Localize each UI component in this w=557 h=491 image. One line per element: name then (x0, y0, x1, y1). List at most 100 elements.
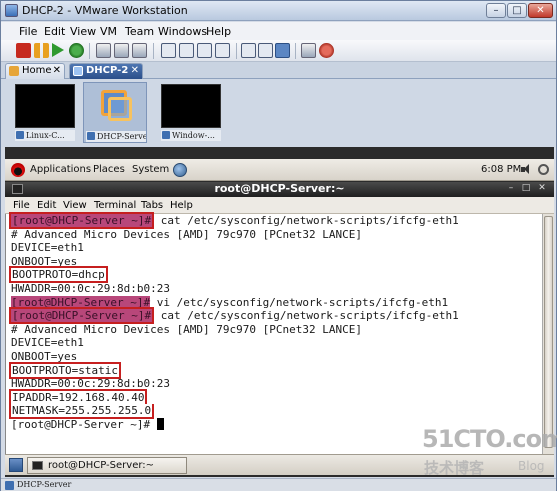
watermark-blog: Blog (518, 459, 545, 473)
terminal-line: BOOTPROTO=static (9, 361, 459, 379)
home-icon (9, 66, 19, 76)
vmware-app-icon (5, 4, 18, 17)
gnome-top-panel: Applications Places System 6:08 PM (5, 159, 554, 181)
menu-edit[interactable]: Edit (44, 25, 65, 38)
terminal-scrollbar[interactable] (542, 214, 554, 454)
terminal-menu-edit[interactable]: Edit (37, 200, 56, 211)
vmware-toolbar (1, 40, 556, 62)
fit-guest-icon[interactable] (275, 43, 290, 58)
pause-icon[interactable] (34, 43, 49, 58)
thumbnail-linux-c[interactable]: Linux-C... (13, 82, 77, 143)
terminal-icon (12, 184, 23, 194)
revert-snapshot-icon[interactable] (114, 43, 129, 58)
unity-icon[interactable] (258, 43, 273, 58)
ipaddr-highlight: IPADDR=192.168.40.40 (9, 388, 148, 404)
shell-prompt: [root@DHCP-Server ~]# (9, 307, 155, 325)
vm-icon (87, 132, 95, 140)
clone-icon[interactable] (301, 43, 316, 58)
close-icon[interactable]: ✕ (131, 64, 139, 78)
terminal-close-button[interactable]: ✕ (536, 183, 548, 195)
toolbar-separator (295, 43, 296, 59)
vmware-menu-bar: File Edit View VM Team Windows Help (1, 22, 556, 40)
menu-places[interactable]: Places (93, 164, 125, 175)
menu-file[interactable]: File (19, 25, 37, 38)
terminal-maximize-button[interactable]: □ (520, 183, 532, 195)
terminal-minimize-button[interactable]: – (505, 183, 517, 195)
menu-applications[interactable]: Applications (30, 164, 91, 175)
gnome-foot-icon[interactable] (11, 163, 25, 177)
vm-icon (5, 481, 14, 490)
snapshot-icon[interactable] (96, 43, 111, 58)
snapshot-manager-icon[interactable] (132, 43, 147, 58)
window-title: DHCP-2 - VMware Workstation (22, 4, 188, 17)
close-button[interactable]: ✕ (528, 3, 553, 18)
taskbar-item-label: root@DHCP-Server:~ (48, 460, 155, 471)
thumbnail-window[interactable]: Window-... (159, 82, 223, 143)
terminal-line: BOOTPROTO=dhcp (9, 266, 459, 284)
menu-vm[interactable]: VM (100, 25, 117, 38)
maximize-button[interactable]: □ (507, 3, 527, 18)
terminal-menu-file[interactable]: File (13, 200, 30, 211)
play-icon[interactable] (52, 43, 64, 57)
command-text: cat /etc/sysconfig/network-scripts/ifcfg… (154, 214, 459, 227)
terminal-line: NETMASK=255.255.255.0 (9, 404, 459, 420)
menu-view[interactable]: View (70, 25, 96, 38)
sidebar-toggle-icon[interactable] (161, 43, 176, 58)
vm-icon (73, 66, 83, 76)
vmware-window: DHCP-2 - VMware Workstation – □ ✕ File E… (0, 0, 557, 491)
power-icon[interactable] (538, 164, 549, 175)
terminal-icon (32, 461, 43, 470)
terminal-line: DEVICE=eth1 (11, 241, 84, 255)
bootproto-dhcp-highlight: BOOTPROTO=dhcp (9, 266, 108, 284)
stop-icon[interactable] (16, 43, 31, 58)
record-icon[interactable] (319, 43, 334, 58)
clock[interactable]: 6:08 PM (481, 164, 521, 175)
terminal-menu-terminal[interactable]: Terminal (94, 200, 136, 211)
show-desktop-icon[interactable] (9, 458, 23, 472)
network-icon[interactable] (173, 163, 187, 177)
tab-dhcp-2[interactable]: DHCP-2 ✕ (69, 63, 143, 79)
volume-icon[interactable] (521, 164, 533, 175)
terminal-scroll-thumb[interactable] (544, 216, 553, 448)
menu-windows[interactable]: Windows (158, 25, 207, 38)
close-icon[interactable]: ✕ (53, 64, 61, 78)
watermark-sub: 技术博客 (424, 459, 485, 477)
menu-system[interactable]: System (132, 164, 169, 175)
terminal-line: [root@DHCP-Server ~]# (11, 417, 459, 432)
terminal-title-bar[interactable]: root@DHCP-Server:~ – □ ✕ (5, 182, 554, 197)
toolbar-separator (236, 43, 237, 59)
menu-help[interactable]: Help (206, 25, 231, 38)
terminal-line: IPADDR=192.168.40.40 (9, 388, 459, 405)
thumbnail-screen (15, 84, 75, 128)
text-cursor (156, 417, 164, 430)
thumbnail-screen (161, 84, 221, 128)
shell-prompt: [root@DHCP-Server ~]# (9, 212, 155, 229)
full-screen-icon[interactable] (215, 43, 230, 58)
vmware-title-bar: DHCP-2 - VMware Workstation – □ ✕ (1, 1, 556, 21)
tab-home[interactable]: Home ✕ (5, 63, 65, 79)
command-text: vi /etc/sysconfig/network-scripts/ifcfg-… (150, 295, 449, 309)
thumbnail-label-text: Linux-C... (26, 131, 65, 140)
menu-team[interactable]: Team (125, 25, 154, 38)
toolbar-separator (89, 43, 90, 59)
tab-home-label: Home (22, 65, 52, 76)
taskbar-item-terminal[interactable]: root@DHCP-Server:~ (27, 457, 187, 474)
terminal-menu-tabs[interactable]: Tabs (141, 200, 163, 211)
terminal-output[interactable]: [root@DHCP-Server ~]# cat /etc/sysconfig… (5, 212, 554, 454)
status-text: DHCP-Server (17, 480, 72, 489)
terminal-line: [root@DHCP-Server ~]# cat /etc/sysconfig… (9, 307, 459, 325)
watermark: 51CTO.com 技术博客 Blog (422, 425, 557, 485)
terminal-menu-view[interactable]: View (63, 200, 87, 211)
minimize-button[interactable]: – (486, 3, 506, 18)
thumbnail-dhcp-server[interactable]: DHCP-Server (83, 82, 147, 143)
quick-switch-icon[interactable] (179, 43, 194, 58)
reset-icon[interactable] (69, 43, 84, 58)
shell-prompt: [root@DHCP-Server ~]# (11, 417, 157, 431)
terminal-line: # Advanced Micro Devices [AMD] 79c970 [P… (11, 227, 362, 241)
thumbnail-bar-icon[interactable] (197, 43, 212, 58)
terminal-line: [root@DHCP-Server ~]# cat /etc/sysconfig… (9, 212, 459, 229)
terminal-line: # Advanced Micro Devices [AMD] 79c970 [P… (11, 322, 362, 336)
terminal-menu-help[interactable]: Help (170, 200, 193, 211)
console-view-icon[interactable] (241, 43, 256, 58)
vmware-logo-icon (108, 97, 132, 121)
